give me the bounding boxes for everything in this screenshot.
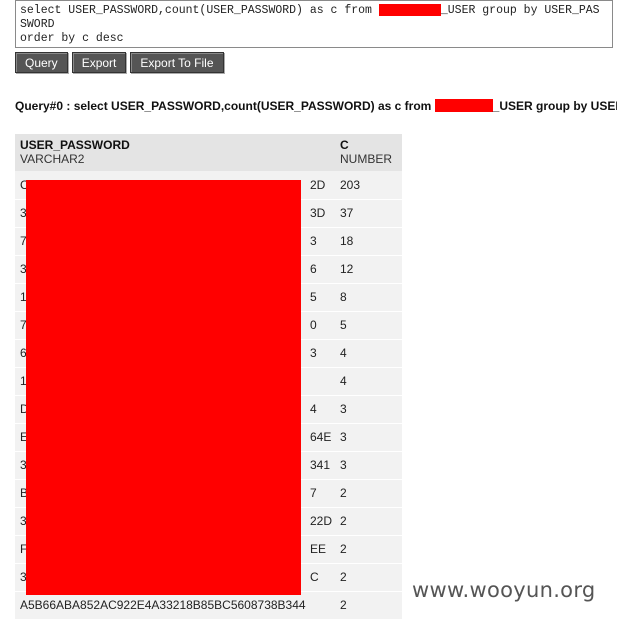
- count-cell: 18: [335, 227, 402, 256]
- password-value-end: 5: [310, 290, 317, 304]
- count-cell: 203: [335, 171, 402, 200]
- password-value-end: 3: [310, 234, 317, 248]
- count-cell: 2: [335, 591, 402, 620]
- password-value-end: 3: [310, 346, 317, 360]
- query-button[interactable]: Query: [15, 52, 68, 73]
- sql-line3: order by c desc: [20, 32, 124, 46]
- column-header-c: C NUMBER: [335, 134, 402, 171]
- password-value-end: 7: [310, 486, 317, 500]
- sql-line1-start: select USER_PASSWORD,count(USER_PASSWORD…: [20, 4, 379, 18]
- password-value-end: 2D: [310, 177, 326, 192]
- table-row: A5B66ABA852AC922E4A33218B85BC5608738B344…: [15, 591, 402, 620]
- password-value-end: 22D: [310, 514, 333, 528]
- count-cell: 2: [335, 479, 402, 508]
- password-cell: A5B66ABA852AC922E4A33218B85BC5608738B344: [15, 591, 335, 620]
- export-button[interactable]: Export: [71, 52, 127, 73]
- redacted-table-prefix-heading: [434, 99, 493, 112]
- watermark-text: www.wooyun.org: [412, 578, 596, 602]
- export-to-file-button[interactable]: Export To File: [130, 52, 224, 73]
- sql-query-textarea[interactable]: select USER_PASSWORD,count(USER_PASSWORD…: [15, 0, 613, 48]
- password-value-end: 0: [310, 318, 317, 332]
- column-name: USER_PASSWORD: [20, 138, 130, 152]
- query-result-heading: Query#0 : select USER_PASSWORD,count(USE…: [15, 99, 617, 113]
- column-type: NUMBER: [340, 152, 393, 166]
- count-cell: 5: [335, 311, 402, 340]
- password-value-end: C: [310, 570, 319, 584]
- count-cell: 4: [335, 367, 402, 396]
- count-cell: 3: [335, 395, 402, 424]
- sql-line2: SWORD: [20, 18, 55, 32]
- password-value-end: EE: [310, 542, 327, 556]
- count-cell: 37: [335, 199, 402, 228]
- count-cell: 3: [335, 423, 402, 452]
- password-value-end: 3D: [310, 206, 326, 220]
- query-heading-end: _USER group by USER_PASSWORD: [492, 99, 617, 113]
- query-toolbar: Query Export Export To File: [15, 52, 224, 73]
- column-name: C: [340, 138, 349, 152]
- count-cell: 2: [335, 535, 402, 564]
- count-cell: 3: [335, 451, 402, 480]
- password-value-end: 6: [310, 262, 317, 276]
- count-cell: 4: [335, 339, 402, 368]
- count-cell: 12: [335, 255, 402, 284]
- table-header-row: USER_PASSWORD VARCHAR2 C NUMBER: [15, 134, 402, 171]
- column-type: VARCHAR2: [20, 152, 85, 166]
- query-heading-start: Query#0 : select USER_PASSWORD,count(USE…: [15, 99, 435, 113]
- redaction-overlay: [26, 180, 301, 595]
- column-header-user-password: USER_PASSWORD VARCHAR2: [15, 134, 335, 171]
- count-cell: 2: [335, 507, 402, 536]
- password-value-end: 4: [310, 402, 317, 416]
- count-cell: 8: [335, 283, 402, 312]
- redacted-table-prefix: [378, 4, 441, 16]
- password-value-end: 341: [310, 458, 331, 472]
- password-value-end: 64E: [310, 430, 332, 444]
- password-value-start: A5B66ABA852AC922E4A33218B85BC5608738B344: [20, 598, 306, 612]
- sql-line1-end: _USER group by USER_PAS: [440, 4, 600, 18]
- count-cell: 2: [335, 563, 402, 592]
